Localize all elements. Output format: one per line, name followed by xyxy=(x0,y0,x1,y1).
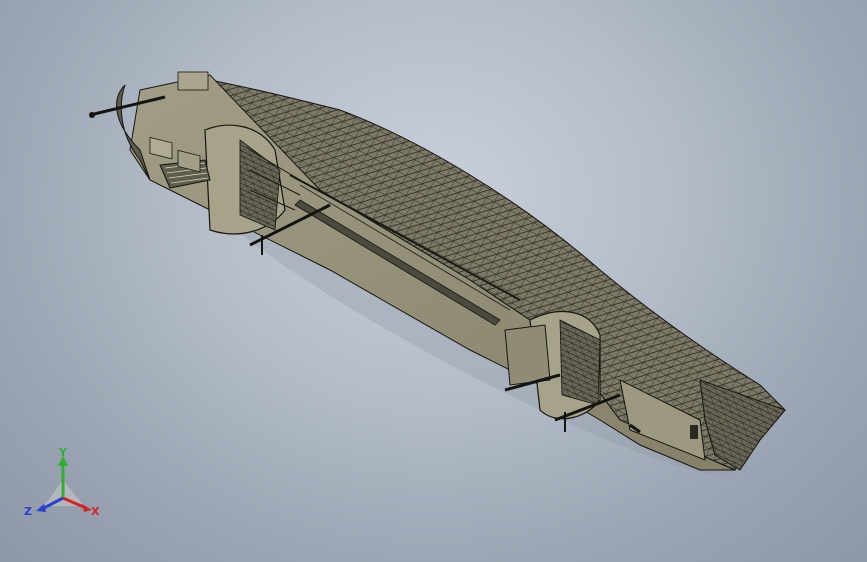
y-axis-label: Y xyxy=(58,448,68,459)
model-3d-view[interactable] xyxy=(0,0,867,562)
x-axis-label: X xyxy=(91,505,100,518)
hull-side-mesh[interactable] xyxy=(208,79,786,471)
z-axis-arrow xyxy=(36,504,46,512)
graphics-viewport[interactable]: Y X Z xyxy=(0,0,867,562)
axis-triad[interactable]: Y X Z xyxy=(22,448,104,524)
z-axis-label: Z xyxy=(24,505,32,518)
